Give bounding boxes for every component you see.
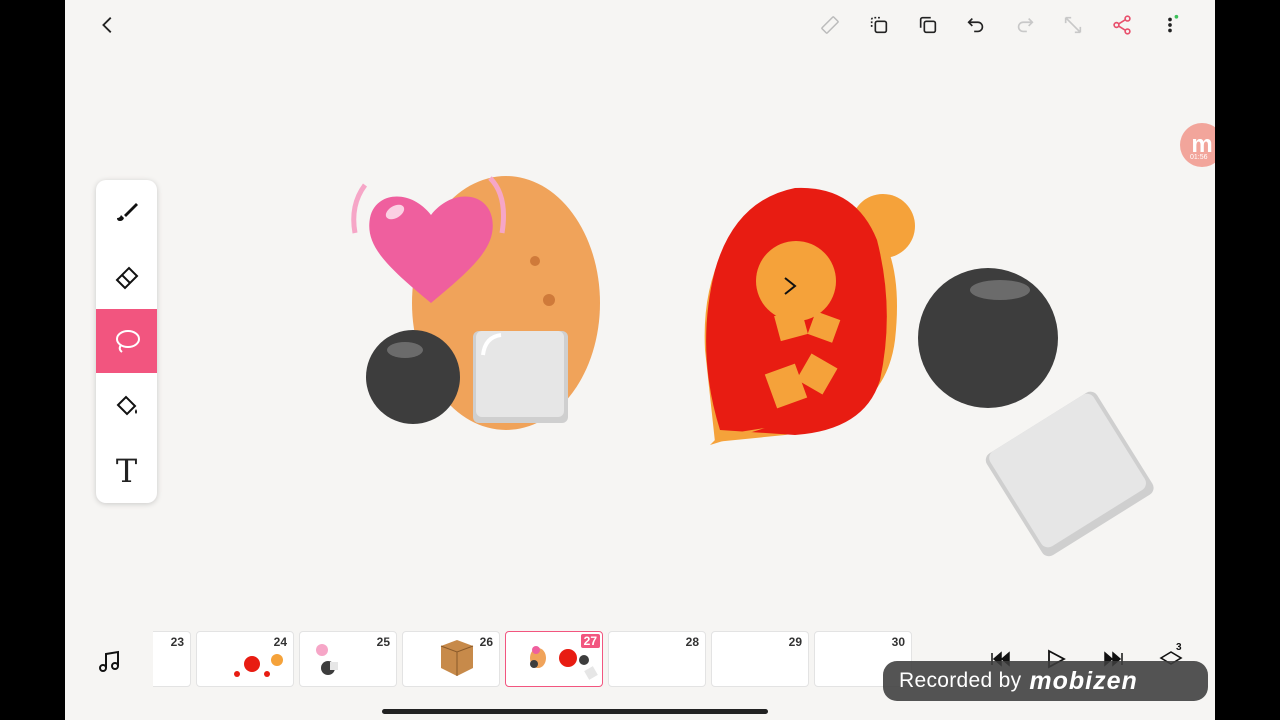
drawing-canvas[interactable] <box>65 50 1215 625</box>
frame-number: 28 <box>685 635 699 649</box>
layers-count: 3 <box>1176 642 1182 653</box>
fire-character <box>704 187 915 445</box>
home-indicator <box>382 709 768 714</box>
resize-icon[interactable] <box>1058 10 1088 40</box>
egg-spot <box>530 256 540 266</box>
duplicate-layer-icon[interactable] <box>864 10 894 40</box>
music-note-icon[interactable] <box>95 646 125 676</box>
frame-thumbnail[interactable]: 24 <box>196 631 294 687</box>
frame-number: 24 <box>273 635 287 649</box>
frame-thumbnail[interactable]: 23 <box>153 631 191 687</box>
frame-thumbnail[interactable]: 28 <box>608 631 706 687</box>
share-icon[interactable] <box>1107 10 1137 40</box>
fill-tool[interactable] <box>96 374 157 438</box>
frame-thumbnail[interactable]: 26 <box>402 631 500 687</box>
frame-thumbnail-active[interactable]: 27 <box>505 631 603 687</box>
eraser-icon <box>115 266 138 290</box>
chevron-left-icon[interactable] <box>93 10 123 40</box>
frame-number: 23 <box>170 635 184 649</box>
text-tool[interactable]: T <box>96 439 157 503</box>
watermark-prefix: Recorded by <box>899 669 1022 692</box>
frame-thumbnail[interactable]: 29 <box>711 631 809 687</box>
recorder-chip-time: 01:56 <box>1190 154 1208 161</box>
brush-tool[interactable] <box>96 180 157 244</box>
frame-number: 27 <box>580 634 600 648</box>
egg-spot <box>543 294 555 306</box>
top-bar <box>65 0 1215 50</box>
copy-icon[interactable] <box>913 10 943 40</box>
frame-number: 29 <box>788 635 802 649</box>
tool-palette: T <box>96 180 157 503</box>
undo-icon[interactable] <box>961 10 991 40</box>
brush-icon <box>116 203 138 221</box>
paint-bucket-icon <box>116 395 137 416</box>
frame-thumbnail[interactable]: 25 <box>299 631 397 687</box>
lasso-tool[interactable] <box>96 309 157 373</box>
recording-watermark: Recorded by mobizen <box>883 661 1208 701</box>
frame-strip: 23 24 25 26 27 28 29 30 <box>153 631 958 689</box>
redo-icon[interactable] <box>1010 10 1040 40</box>
more-vert-icon[interactable] <box>1155 10 1185 40</box>
frame-number: 30 <box>891 635 905 649</box>
frame-number: 26 <box>479 635 493 649</box>
white-block-right <box>985 391 1154 557</box>
watermark-brand-logo: mobizen <box>1029 666 1138 695</box>
app-window: T m 01:56 23 24 25 26 27 28 29 30 3 <box>65 0 1215 720</box>
frame-number: 25 <box>376 635 390 649</box>
text-icon: T <box>115 452 138 490</box>
ruler-icon[interactable] <box>815 10 845 40</box>
lasso-icon <box>115 330 140 353</box>
canvas-artwork <box>351 176 1154 557</box>
eraser-tool[interactable] <box>96 244 157 308</box>
